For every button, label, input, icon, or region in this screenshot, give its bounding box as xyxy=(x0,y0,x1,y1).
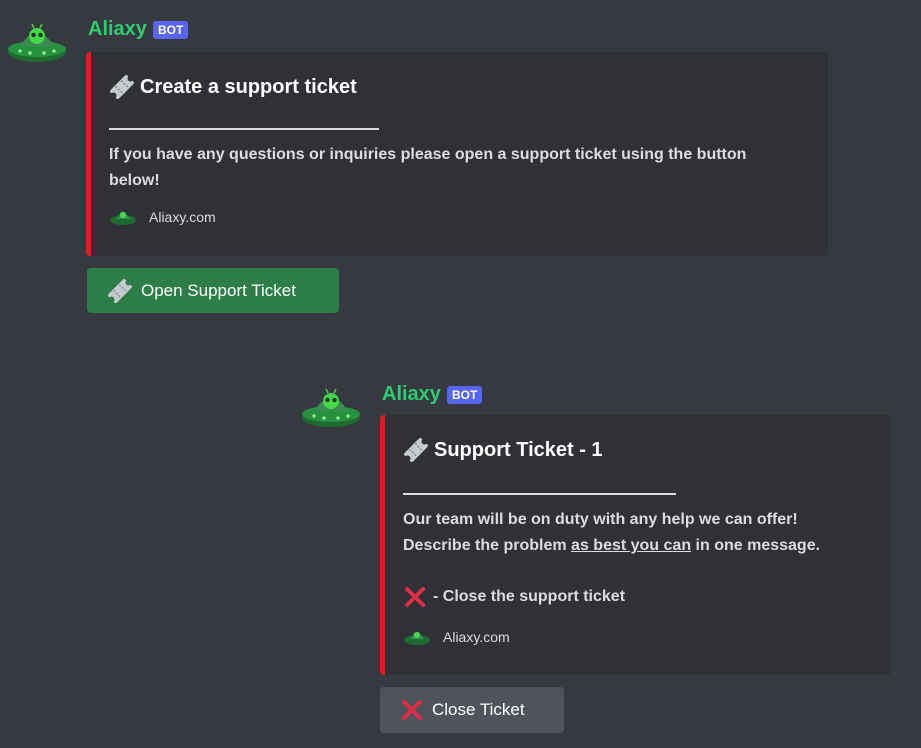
message-header: Aliaxy BOT xyxy=(88,18,189,41)
embed-footer: Aliaxy.com xyxy=(403,628,510,646)
embed-description: Our team will be on duty with any help w… xyxy=(403,507,893,559)
cross-mark-icon xyxy=(405,587,425,607)
username[interactable]: Aliaxy xyxy=(88,18,147,41)
close-instruction-text: - Close the support ticket xyxy=(433,588,626,605)
ticket-icon xyxy=(110,75,134,99)
description-line: Our team will be on duty with any help w… xyxy=(403,511,798,528)
description-text: Describe the problem xyxy=(403,537,572,554)
embed-title-text: Support Ticket - 1 xyxy=(434,438,603,461)
ufo-alien-icon[interactable] xyxy=(300,381,362,431)
ufo-alien-icon[interactable] xyxy=(6,16,68,66)
footer-text: Aliaxy.com xyxy=(149,209,216,225)
ticket-icon xyxy=(108,278,132,303)
embed-title-text: Create a support ticket xyxy=(140,75,357,98)
embed-description: If you have any questions or inquiries p… xyxy=(109,146,747,189)
embed: Support Ticket - 1 Our team will be on d… xyxy=(380,415,891,675)
embed: Create a support ticket If you have any … xyxy=(86,52,828,256)
divider xyxy=(403,493,676,495)
close-ticket-button[interactable]: Close Ticket xyxy=(380,687,564,733)
button-label: Close Ticket xyxy=(432,700,525,719)
button-label: Open Support Ticket xyxy=(141,280,296,300)
divider xyxy=(109,128,379,130)
embed-title: Create a support ticket xyxy=(109,74,357,100)
ufo-icon xyxy=(404,631,430,645)
embed-footer: Aliaxy.com xyxy=(109,208,216,226)
bot-badge: BOT xyxy=(446,385,483,404)
close-instruction: - Close the support ticket xyxy=(403,585,625,609)
username[interactable]: Aliaxy xyxy=(382,383,441,406)
ufo-icon xyxy=(110,211,136,225)
embed-title: Support Ticket - 1 xyxy=(403,437,603,463)
open-support-ticket-button[interactable]: Open Support Ticket xyxy=(87,268,339,313)
discord-channel: Aliaxy BOT Create a support ticket If yo… xyxy=(0,0,921,748)
message-header: Aliaxy BOT xyxy=(382,383,483,406)
cross-mark-icon xyxy=(402,700,422,720)
ticket-icon xyxy=(404,438,428,462)
description-line: Describe the problem as best you can in … xyxy=(403,533,893,559)
bot-badge: BOT xyxy=(152,20,189,39)
footer-text: Aliaxy.com xyxy=(443,629,510,645)
description-text: in one message. xyxy=(691,537,821,554)
underlined-text: as best you can xyxy=(571,537,692,554)
